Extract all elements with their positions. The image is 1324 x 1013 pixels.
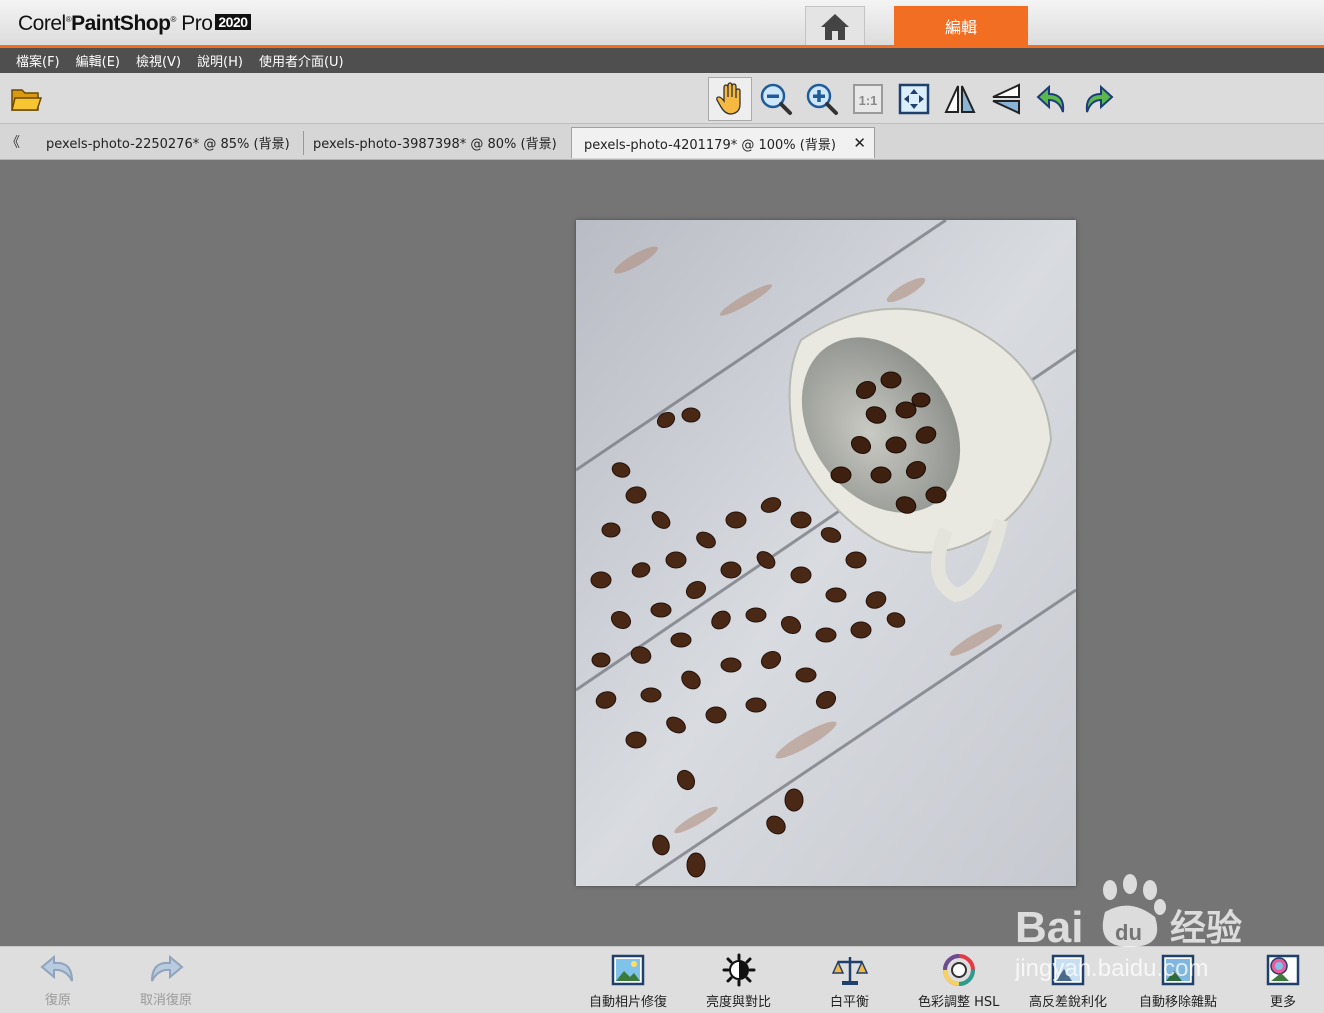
- brightness-contrast-label: 亮度與對比: [706, 995, 772, 1010]
- undo-icon: [40, 954, 73, 982]
- brand-pro: Pro: [181, 12, 213, 35]
- redo-button[interactable]: 取消復原: [140, 953, 192, 1008]
- redo-icon: [151, 954, 184, 982]
- zoom-out-button[interactable]: [754, 77, 798, 121]
- brand-corel: Corel: [18, 12, 66, 35]
- home-workspace-tab[interactable]: [805, 6, 865, 46]
- pan-tool-button[interactable]: [708, 77, 752, 121]
- doc-tab-3-active[interactable]: pexels-photo-4201179* @ 100% (背景) ✕: [571, 127, 875, 158]
- actual-size-button[interactable]: 1:1: [846, 77, 890, 121]
- actual-size-label: 1:1: [859, 93, 878, 108]
- zoom-in-icon: [806, 83, 838, 115]
- close-tab-icon[interactable]: ✕: [853, 134, 866, 152]
- watermark-url: jingyan.baidu.com: [1015, 955, 1208, 982]
- fit-window-button[interactable]: [892, 77, 936, 121]
- menu-view[interactable]: 檢視(V): [128, 51, 189, 70]
- doc-tab-label: pexels-photo-3987398* @ 80% (背景): [313, 137, 557, 152]
- menu-user-interface[interactable]: 使用者介面(U): [251, 51, 352, 70]
- doc-tab-1[interactable]: pexels-photo-2250276* @ 85% (背景): [34, 127, 304, 158]
- brand-paintshop: PaintShop: [71, 12, 171, 35]
- redo-label: 取消復原: [140, 993, 193, 1008]
- image-document[interactable]: [576, 220, 1076, 886]
- rotate-right-icon: [1085, 84, 1114, 113]
- scale-balance-icon: [831, 957, 868, 985]
- rotate-left-icon: [1036, 84, 1065, 113]
- flip-button[interactable]: [938, 77, 982, 121]
- white-balance-button[interactable]: 白平衡: [830, 953, 869, 1010]
- app-logo: Corel®PaintShop® Pro 2020: [18, 12, 251, 36]
- pan-hand-icon: [716, 82, 741, 115]
- open-folder-icon: [11, 89, 42, 111]
- color-wheel-icon: [942, 954, 975, 986]
- menu-help[interactable]: 說明(H): [189, 51, 251, 70]
- high-pass-sharpen-label: 高反差銳利化: [1029, 995, 1108, 1010]
- smart-photo-fix-icon: [611, 954, 645, 986]
- document-tab-bar: 《 pexels-photo-2250276* @ 85% (背景) pexel…: [0, 124, 1324, 160]
- watermark-du: du: [1115, 920, 1142, 945]
- baidu-paw-logo: Bai du 经验 jingyan.baidu.com: [1014, 874, 1242, 982]
- actual-size-icon: 1:1: [853, 84, 883, 114]
- hsl-adjust-label: 色彩調整 HSL: [918, 995, 1000, 1010]
- doc-tab-label: pexels-photo-2250276* @ 85% (背景): [46, 137, 290, 152]
- smart-photo-fix-button[interactable]: 自動相片修復: [589, 953, 667, 1010]
- brightness-contrast-icon: [722, 953, 755, 987]
- menu-edit[interactable]: 編輯(E): [68, 51, 128, 70]
- white-balance-label: 白平衡: [830, 995, 870, 1010]
- edit-workspace-tab[interactable]: 編輯: [894, 6, 1028, 46]
- open-button[interactable]: [4, 77, 48, 121]
- mirror-icon: [992, 83, 1020, 115]
- auto-noise-removal-label: 自動移除雜點: [1139, 995, 1218, 1010]
- doc-tab-label: pexels-photo-4201179* @ 100% (背景): [584, 137, 836, 153]
- home-icon: [821, 13, 849, 40]
- flip-icon: [944, 85, 976, 113]
- zoom-out-icon: [760, 83, 792, 115]
- zoom-in-button[interactable]: [800, 77, 844, 121]
- undo-label: 復原: [44, 993, 71, 1008]
- smart-photo-fix-label: 自動相片修復: [589, 995, 668, 1010]
- hsl-adjust-button[interactable]: 色彩調整 HSL: [918, 953, 999, 1010]
- toolbar: 1:1: [0, 73, 1324, 124]
- menu-bar: 檔案(F) 編輯(E) 檢視(V) 說明(H) 使用者介面(U): [0, 48, 1324, 73]
- more-effects-label: 更多: [1269, 995, 1296, 1010]
- brand-version: 2020: [215, 14, 251, 30]
- rotate-right-button[interactable]: [1076, 77, 1120, 121]
- undo-button[interactable]: 復原: [38, 953, 78, 1008]
- tab-scroll-left-icon[interactable]: 《: [6, 132, 20, 152]
- mirror-button[interactable]: [984, 77, 1028, 121]
- brightness-contrast-button[interactable]: 亮度與對比: [706, 953, 771, 1010]
- menu-file[interactable]: 檔案(F): [8, 51, 68, 70]
- watermark-brand: Bai: [1015, 903, 1083, 952]
- doc-tab-2[interactable]: pexels-photo-3987398* @ 80% (背景): [301, 127, 569, 158]
- rotate-left-button[interactable]: [1030, 77, 1074, 121]
- coffee-beans-photo: [576, 220, 1076, 886]
- baidu-watermark: Bai du 经验 jingyan.baidu.com: [1014, 872, 1275, 992]
- title-bar: Corel®PaintShop® Pro 2020 編輯: [0, 0, 1324, 48]
- watermark-jingyan: 经验: [1170, 908, 1242, 949]
- fit-window-icon: [898, 83, 930, 115]
